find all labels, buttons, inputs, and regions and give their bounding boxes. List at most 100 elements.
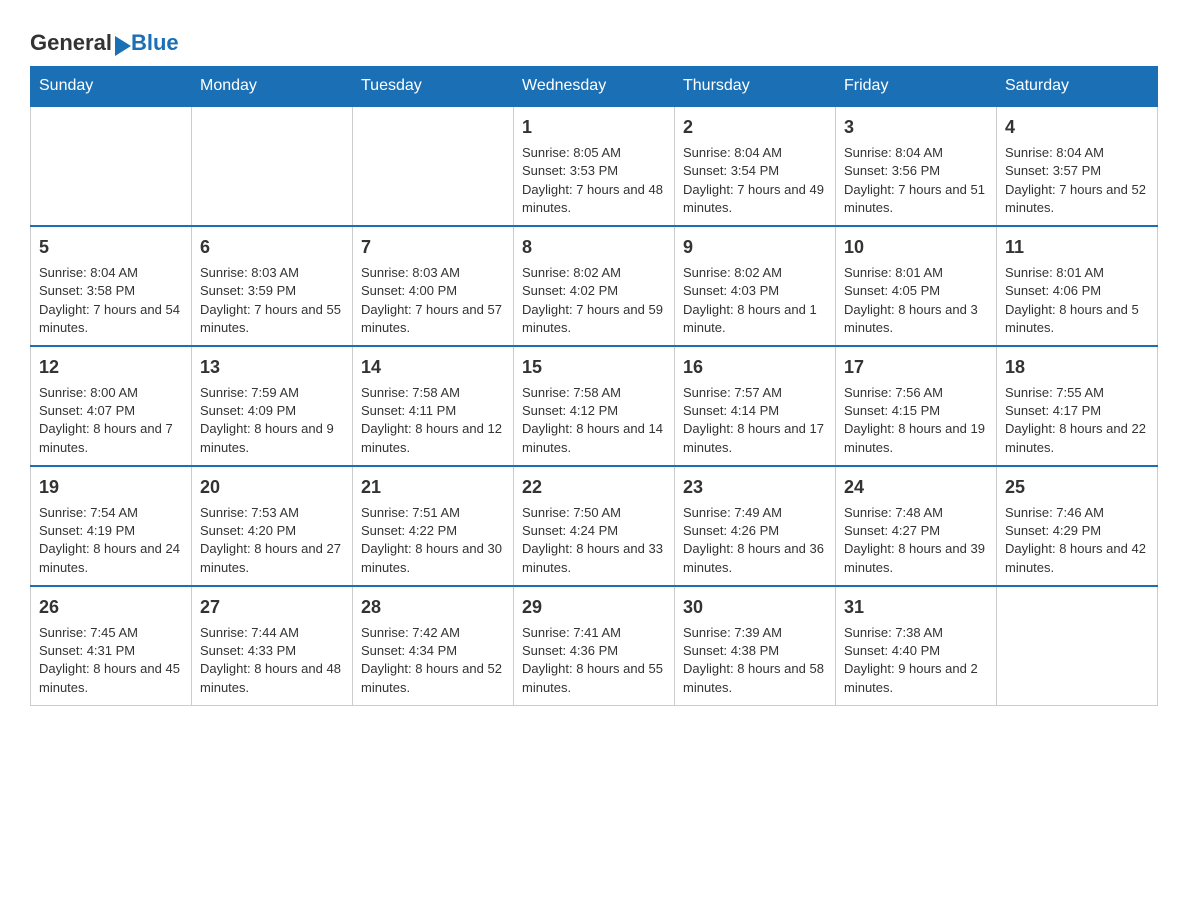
day-info: Sunrise: 8:04 AM Sunset: 3:58 PM Dayligh… <box>39 264 183 337</box>
day-number: 24 <box>844 475 988 500</box>
day-number: 4 <box>1005 115 1149 140</box>
calendar-week-row: 12Sunrise: 8:00 AM Sunset: 4:07 PM Dayli… <box>31 346 1158 466</box>
day-info: Sunrise: 8:02 AM Sunset: 4:03 PM Dayligh… <box>683 264 827 337</box>
page-header: General Blue <box>30 20 1158 56</box>
calendar-day-cell: 5 Sunrise: 8:04 AM Sunset: 3:58 PM Daylig… <box>31 226 192 346</box>
day-info: Sunrise: 7:54 AM Sunset: 4:19 PM Dayligh… <box>39 504 183 577</box>
calendar-day-cell: 22 Sunrise: 7:50 AM Sunset: 4:24 PM Dayli… <box>514 466 675 586</box>
day-info: Sunrise: 7:49 AM Sunset: 4:26 PM Dayligh… <box>683 504 827 577</box>
calendar-week-row: 5 Sunrise: 8:04 AM Sunset: 3:58 PM Daylig… <box>31 226 1158 346</box>
day-number: 30 <box>683 595 827 620</box>
day-info: Sunrise: 8:04 AM Sunset: 3:54 PM Dayligh… <box>683 144 827 217</box>
day-number: 2 <box>683 115 827 140</box>
day-info: Sunrise: 7:42 AM Sunset: 4:34 PM Dayligh… <box>361 624 505 697</box>
calendar-day-cell: 27Sunrise: 7:44 AM Sunset: 4:33 PM Dayli… <box>192 586 353 705</box>
calendar-day-cell: 7Sunrise: 8:03 AM Sunset: 4:00 PM Daylig… <box>353 226 514 346</box>
calendar-day-cell <box>353 106 514 226</box>
calendar-day-cell: 17Sunrise: 7:56 AM Sunset: 4:15 PM Dayli… <box>836 346 997 466</box>
day-info: Sunrise: 8:01 AM Sunset: 4:05 PM Dayligh… <box>844 264 988 337</box>
calendar-day-cell: 29Sunrise: 7:41 AM Sunset: 4:36 PM Dayli… <box>514 586 675 705</box>
day-info: Sunrise: 7:45 AM Sunset: 4:31 PM Dayligh… <box>39 624 183 697</box>
day-info: Sunrise: 7:48 AM Sunset: 4:27 PM Dayligh… <box>844 504 988 577</box>
day-number: 11 <box>1005 235 1149 260</box>
day-number: 25 <box>1005 475 1149 500</box>
calendar-day-cell: 28Sunrise: 7:42 AM Sunset: 4:34 PM Dayli… <box>353 586 514 705</box>
day-number: 16 <box>683 355 827 380</box>
day-info: Sunrise: 8:05 AM Sunset: 3:53 PM Dayligh… <box>522 144 666 217</box>
calendar-day-cell: 11 Sunrise: 8:01 AM Sunset: 4:06 PM Dayli… <box>997 226 1158 346</box>
logo-blue-text: Blue <box>131 30 179 55</box>
calendar-week-row: 1 Sunrise: 8:05 AM Sunset: 3:53 PM Daylig… <box>31 106 1158 226</box>
day-number: 20 <box>200 475 344 500</box>
calendar-day-cell: 19 Sunrise: 7:54 AM Sunset: 4:19 PM Dayli… <box>31 466 192 586</box>
logo-general-text: General <box>30 30 112 55</box>
logo-arrow-icon <box>115 36 131 56</box>
day-info: Sunrise: 8:03 AM Sunset: 3:59 PM Dayligh… <box>200 264 344 337</box>
calendar-table: SundayMondayTuesdayWednesdayThursdayFrid… <box>30 66 1158 706</box>
calendar-week-row: 26 Sunrise: 7:45 AM Sunset: 4:31 PM Dayli… <box>31 586 1158 705</box>
day-info: Sunrise: 7:59 AM Sunset: 4:09 PM Dayligh… <box>200 384 344 457</box>
calendar-day-cell: 31 Sunrise: 7:38 AM Sunset: 4:40 PM Dayli… <box>836 586 997 705</box>
day-info: Sunrise: 7:58 AM Sunset: 4:11 PM Dayligh… <box>361 384 505 457</box>
calendar-day-cell: 2 Sunrise: 8:04 AM Sunset: 3:54 PM Daylig… <box>675 106 836 226</box>
calendar-day-cell: 30 Sunrise: 7:39 AM Sunset: 4:38 PM Dayli… <box>675 586 836 705</box>
day-number: 14 <box>361 355 505 380</box>
day-number: 13 <box>200 355 344 380</box>
day-number: 22 <box>522 475 666 500</box>
day-number: 9 <box>683 235 827 260</box>
day-info: Sunrise: 7:56 AM Sunset: 4:15 PM Dayligh… <box>844 384 988 457</box>
day-info: Sunrise: 7:41 AM Sunset: 4:36 PM Dayligh… <box>522 624 666 697</box>
calendar-day-cell: 16Sunrise: 7:57 AM Sunset: 4:14 PM Dayli… <box>675 346 836 466</box>
day-info: Sunrise: 7:55 AM Sunset: 4:17 PM Dayligh… <box>1005 384 1149 457</box>
weekday-header-friday: Friday <box>836 67 997 107</box>
day-number: 26 <box>39 595 183 620</box>
calendar-day-cell: 1 Sunrise: 8:05 AM Sunset: 3:53 PM Daylig… <box>514 106 675 226</box>
calendar-week-row: 19 Sunrise: 7:54 AM Sunset: 4:19 PM Dayli… <box>31 466 1158 586</box>
day-info: Sunrise: 7:39 AM Sunset: 4:38 PM Dayligh… <box>683 624 827 697</box>
calendar-day-cell: 14 Sunrise: 7:58 AM Sunset: 4:11 PM Dayli… <box>353 346 514 466</box>
day-info: Sunrise: 8:03 AM Sunset: 4:00 PM Dayligh… <box>361 264 505 337</box>
day-info: Sunrise: 7:53 AM Sunset: 4:20 PM Dayligh… <box>200 504 344 577</box>
day-info: Sunrise: 7:51 AM Sunset: 4:22 PM Dayligh… <box>361 504 505 577</box>
calendar-day-cell: 23 Sunrise: 7:49 AM Sunset: 4:26 PM Dayli… <box>675 466 836 586</box>
day-info: Sunrise: 7:50 AM Sunset: 4:24 PM Dayligh… <box>522 504 666 577</box>
calendar-day-cell: 15Sunrise: 7:58 AM Sunset: 4:12 PM Dayli… <box>514 346 675 466</box>
calendar-day-cell: 18 Sunrise: 7:55 AM Sunset: 4:17 PM Dayli… <box>997 346 1158 466</box>
calendar-day-cell <box>31 106 192 226</box>
day-number: 19 <box>39 475 183 500</box>
day-number: 3 <box>844 115 988 140</box>
calendar-day-cell: 21 Sunrise: 7:51 AM Sunset: 4:22 PM Dayli… <box>353 466 514 586</box>
day-number: 10 <box>844 235 988 260</box>
day-number: 21 <box>361 475 505 500</box>
weekday-header-thursday: Thursday <box>675 67 836 107</box>
day-info: Sunrise: 8:04 AM Sunset: 3:57 PM Dayligh… <box>1005 144 1149 217</box>
calendar-day-cell <box>997 586 1158 705</box>
calendar-day-cell: 9 Sunrise: 8:02 AM Sunset: 4:03 PM Daylig… <box>675 226 836 346</box>
day-number: 18 <box>1005 355 1149 380</box>
day-info: Sunrise: 7:44 AM Sunset: 4:33 PM Dayligh… <box>200 624 344 697</box>
weekday-header-sunday: Sunday <box>31 67 192 107</box>
calendar-day-cell: 12Sunrise: 8:00 AM Sunset: 4:07 PM Dayli… <box>31 346 192 466</box>
day-number: 23 <box>683 475 827 500</box>
calendar-day-cell <box>192 106 353 226</box>
day-number: 8 <box>522 235 666 260</box>
calendar-day-cell: 8Sunrise: 8:02 AM Sunset: 4:02 PM Daylig… <box>514 226 675 346</box>
day-number: 6 <box>200 235 344 260</box>
day-info: Sunrise: 8:01 AM Sunset: 4:06 PM Dayligh… <box>1005 264 1149 337</box>
calendar-day-cell: 25Sunrise: 7:46 AM Sunset: 4:29 PM Dayli… <box>997 466 1158 586</box>
calendar-day-cell: 3 Sunrise: 8:04 AM Sunset: 3:56 PM Daylig… <box>836 106 997 226</box>
day-number: 5 <box>39 235 183 260</box>
calendar-day-cell: 24 Sunrise: 7:48 AM Sunset: 4:27 PM Dayli… <box>836 466 997 586</box>
weekday-header-saturday: Saturday <box>997 67 1158 107</box>
day-number: 31 <box>844 595 988 620</box>
day-info: Sunrise: 7:58 AM Sunset: 4:12 PM Dayligh… <box>522 384 666 457</box>
day-number: 1 <box>522 115 666 140</box>
calendar-day-cell: 26 Sunrise: 7:45 AM Sunset: 4:31 PM Dayli… <box>31 586 192 705</box>
day-info: Sunrise: 8:04 AM Sunset: 3:56 PM Dayligh… <box>844 144 988 217</box>
day-info: Sunrise: 8:00 AM Sunset: 4:07 PM Dayligh… <box>39 384 183 457</box>
calendar-day-cell: 20 Sunrise: 7:53 AM Sunset: 4:20 PM Dayli… <box>192 466 353 586</box>
calendar-day-cell: 4 Sunrise: 8:04 AM Sunset: 3:57 PM Daylig… <box>997 106 1158 226</box>
weekday-header-wednesday: Wednesday <box>514 67 675 107</box>
logo: General Blue <box>30 30 179 56</box>
day-info: Sunrise: 7:38 AM Sunset: 4:40 PM Dayligh… <box>844 624 988 697</box>
